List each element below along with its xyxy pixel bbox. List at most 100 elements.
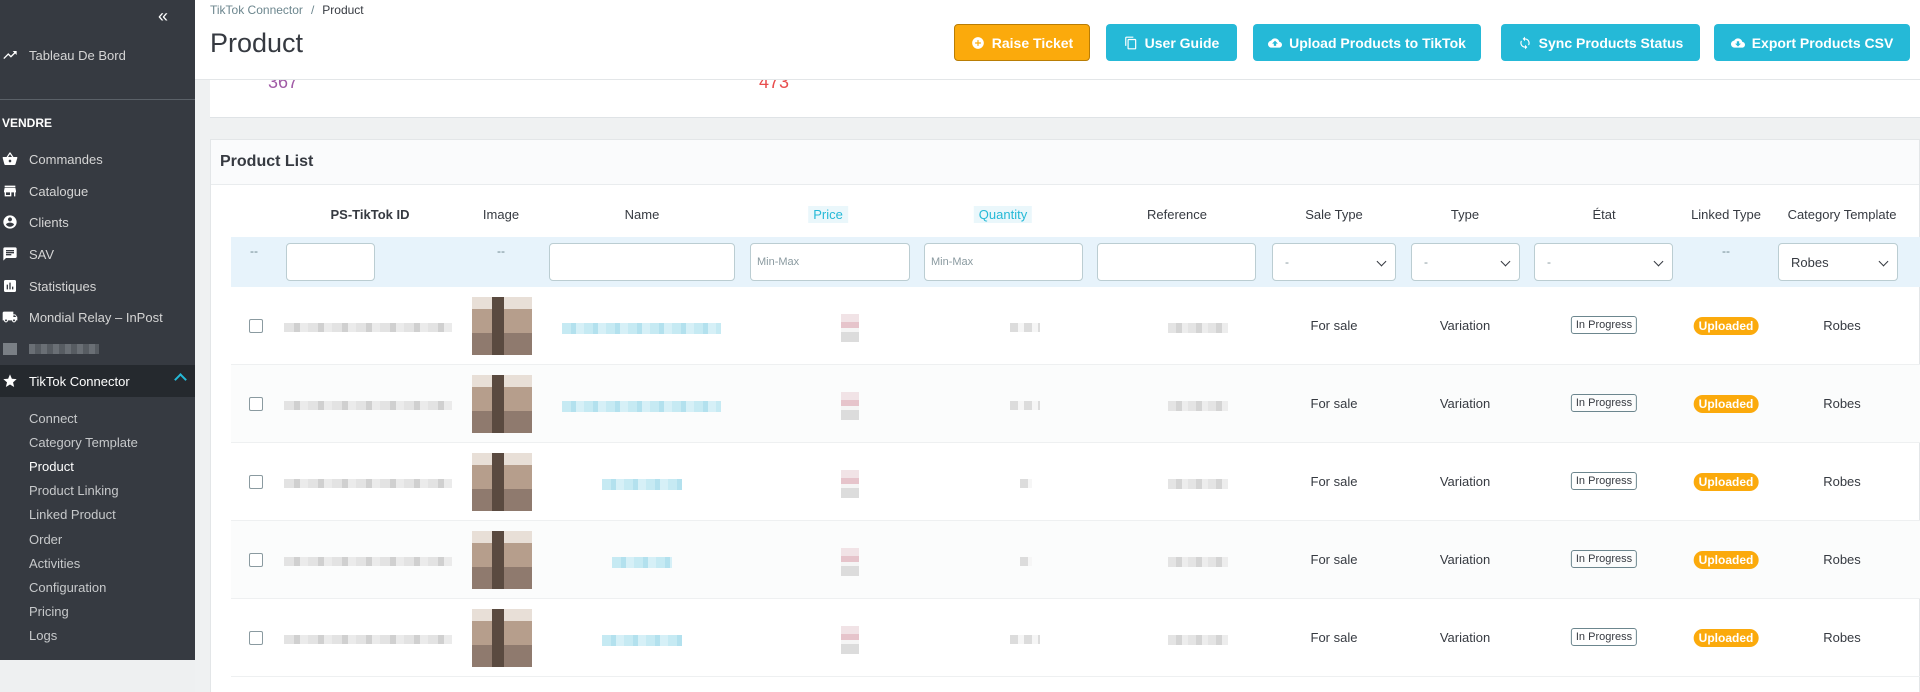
column-header-price[interactable]: Price bbox=[808, 206, 848, 223]
table-row[interactable]: For sale Variation In Progress Uploaded … bbox=[231, 599, 1920, 677]
page-title: Product bbox=[210, 28, 304, 58]
double-chevron-left-icon[interactable]: « bbox=[158, 6, 168, 27]
sidebar-item-label: Mondial Relay – InPost bbox=[29, 309, 163, 325]
sidebar-item-label: Catalogue bbox=[29, 183, 89, 199]
linked-badge: Uploaded bbox=[1693, 317, 1759, 335]
blurred-id bbox=[284, 635, 452, 644]
button-label: Sync Products Status bbox=[1538, 34, 1684, 51]
filter-category-select[interactable]: Robes bbox=[1778, 243, 1898, 281]
column-header-linked-type[interactable]: Linked Type bbox=[1691, 207, 1761, 222]
category-cell: Robes bbox=[1823, 630, 1861, 645]
table-row[interactable]: For sale Variation In Progress Uploaded … bbox=[231, 521, 1920, 599]
input-placeholder: Min-Max bbox=[757, 256, 800, 268]
table-row[interactable]: For sale Variation In Progress Uploaded … bbox=[231, 365, 1920, 443]
sidebar-item-statistiques[interactable]: Statistiques bbox=[0, 270, 195, 302]
column-header-quantity[interactable]: Quantity bbox=[973, 206, 1033, 223]
row-checkbox[interactable] bbox=[249, 553, 263, 567]
filter-type-select[interactable]: - bbox=[1411, 243, 1520, 281]
column-header-reference[interactable]: Reference bbox=[1147, 207, 1207, 222]
breadcrumb-link[interactable]: TikTok Connector bbox=[210, 3, 303, 17]
product-name-link[interactable] bbox=[562, 323, 721, 334]
sale-type-cell: For sale bbox=[1310, 474, 1358, 489]
filter-quantity-input[interactable]: Min-Max bbox=[924, 243, 1083, 281]
blurred-price bbox=[841, 314, 859, 342]
select-value: - bbox=[1285, 255, 1289, 269]
submenu-configuration[interactable]: Configuration bbox=[29, 580, 106, 595]
sidebar-item-mondial-relay[interactable]: Mondial Relay – InPost bbox=[0, 301, 195, 333]
row-checkbox[interactable] bbox=[249, 475, 263, 489]
filter-reference-input[interactable] bbox=[1097, 243, 1256, 281]
submenu-product-linking[interactable]: Product Linking bbox=[29, 483, 119, 498]
filter-id-input[interactable] bbox=[286, 243, 375, 281]
table-row[interactable]: For sale Variation In Progress Uploaded … bbox=[231, 287, 1920, 365]
blurred-label bbox=[29, 344, 99, 354]
button-label: Raise Ticket bbox=[991, 34, 1074, 51]
export-products-csv-button[interactable]: Export Products CSV bbox=[1714, 24, 1910, 61]
category-cell: Robes bbox=[1823, 318, 1861, 333]
blurred-quantity bbox=[1010, 635, 1040, 644]
chevron-down-icon bbox=[1500, 256, 1511, 267]
sidebar-item-catalogue[interactable]: Catalogue bbox=[0, 175, 195, 207]
column-header-name[interactable]: Name bbox=[625, 207, 660, 222]
blurred-icon bbox=[2, 341, 18, 357]
button-label: Upload Products to TikTok bbox=[1289, 34, 1466, 51]
kpi-card: 367 473 bbox=[210, 80, 1920, 118]
submenu-connect[interactable]: Connect bbox=[29, 411, 77, 426]
submenu-order[interactable]: Order bbox=[29, 532, 62, 547]
sync-products-status-button[interactable]: Sync Products Status bbox=[1501, 24, 1700, 61]
sidebar-item-label: TikTok Connector bbox=[29, 373, 130, 389]
submenu-pricing[interactable]: Pricing bbox=[29, 604, 69, 619]
submenu-product[interactable]: Product bbox=[29, 459, 74, 474]
filter-etat-select[interactable]: - bbox=[1534, 243, 1673, 281]
chevron-down-icon bbox=[1878, 256, 1889, 267]
chevron-down-icon bbox=[1653, 256, 1664, 267]
row-checkbox[interactable] bbox=[249, 319, 263, 333]
type-cell: Variation bbox=[1439, 552, 1491, 567]
filter-name-input[interactable] bbox=[549, 243, 735, 281]
column-header-etat[interactable]: État bbox=[1592, 207, 1615, 222]
row-checkbox[interactable] bbox=[249, 397, 263, 411]
submenu-activities[interactable]: Activities bbox=[29, 556, 80, 571]
sidebar-footer bbox=[0, 660, 195, 692]
sidebar-item-sav[interactable]: SAV bbox=[0, 238, 195, 270]
column-header-id[interactable]: PS-TikTok ID bbox=[331, 207, 410, 222]
upload-products-button[interactable]: Upload Products to TikTok bbox=[1253, 24, 1481, 61]
product-name-link[interactable] bbox=[602, 635, 682, 646]
sidebar-item-commandes[interactable]: Commandes bbox=[0, 143, 195, 175]
section-title-sell: VENDRE bbox=[2, 116, 53, 130]
sidebar-item-clients[interactable]: Clients bbox=[0, 206, 195, 238]
kpi-value: 367 bbox=[268, 80, 299, 92]
submenu-logs[interactable]: Logs bbox=[29, 628, 57, 643]
filter-placeholder: -- bbox=[250, 244, 258, 258]
plus-circle-icon bbox=[971, 36, 984, 49]
button-label: Export Products CSV bbox=[1751, 34, 1894, 51]
table-row[interactable]: For sale Variation In Progress Uploaded … bbox=[231, 443, 1920, 521]
filter-price-input[interactable]: Min-Max bbox=[750, 243, 910, 281]
basket-icon bbox=[2, 151, 18, 167]
product-name-link[interactable] bbox=[612, 557, 672, 568]
status-badge: In Progress bbox=[1570, 472, 1638, 490]
sale-type-cell: For sale bbox=[1310, 552, 1358, 567]
row-checkbox[interactable] bbox=[249, 631, 263, 645]
star-icon bbox=[2, 373, 18, 389]
raise-ticket-button[interactable]: Raise Ticket bbox=[954, 24, 1090, 61]
blurred-reference bbox=[1168, 401, 1228, 411]
blurred-price bbox=[841, 626, 859, 654]
sidebar-item-dashboard[interactable]: Tableau De Bord bbox=[0, 39, 195, 71]
linked-badge: Uploaded bbox=[1693, 473, 1759, 491]
sidebar-item-blurred[interactable] bbox=[0, 333, 195, 365]
submenu-linked-product[interactable]: Linked Product bbox=[29, 507, 116, 522]
column-header-category-template[interactable]: Category Template bbox=[1788, 207, 1897, 222]
sidebar: « Tableau De Bord VENDRE Commandes Catal… bbox=[0, 0, 195, 692]
user-guide-button[interactable]: User Guide bbox=[1106, 24, 1237, 61]
submenu-category-template[interactable]: Category Template bbox=[29, 435, 138, 450]
sidebar-item-tiktok-connector[interactable]: TikTok Connector bbox=[0, 365, 195, 397]
column-header-sale-type[interactable]: Sale Type bbox=[1305, 207, 1363, 222]
column-header-type[interactable]: Type bbox=[1451, 207, 1479, 222]
type-cell: Variation bbox=[1439, 630, 1491, 645]
product-name-link[interactable] bbox=[562, 401, 721, 412]
chevron-down-icon bbox=[1376, 256, 1387, 267]
cloud-upload-icon bbox=[1268, 37, 1283, 48]
filter-sale-type-select[interactable]: - bbox=[1272, 243, 1396, 281]
product-name-link[interactable] bbox=[602, 479, 682, 490]
